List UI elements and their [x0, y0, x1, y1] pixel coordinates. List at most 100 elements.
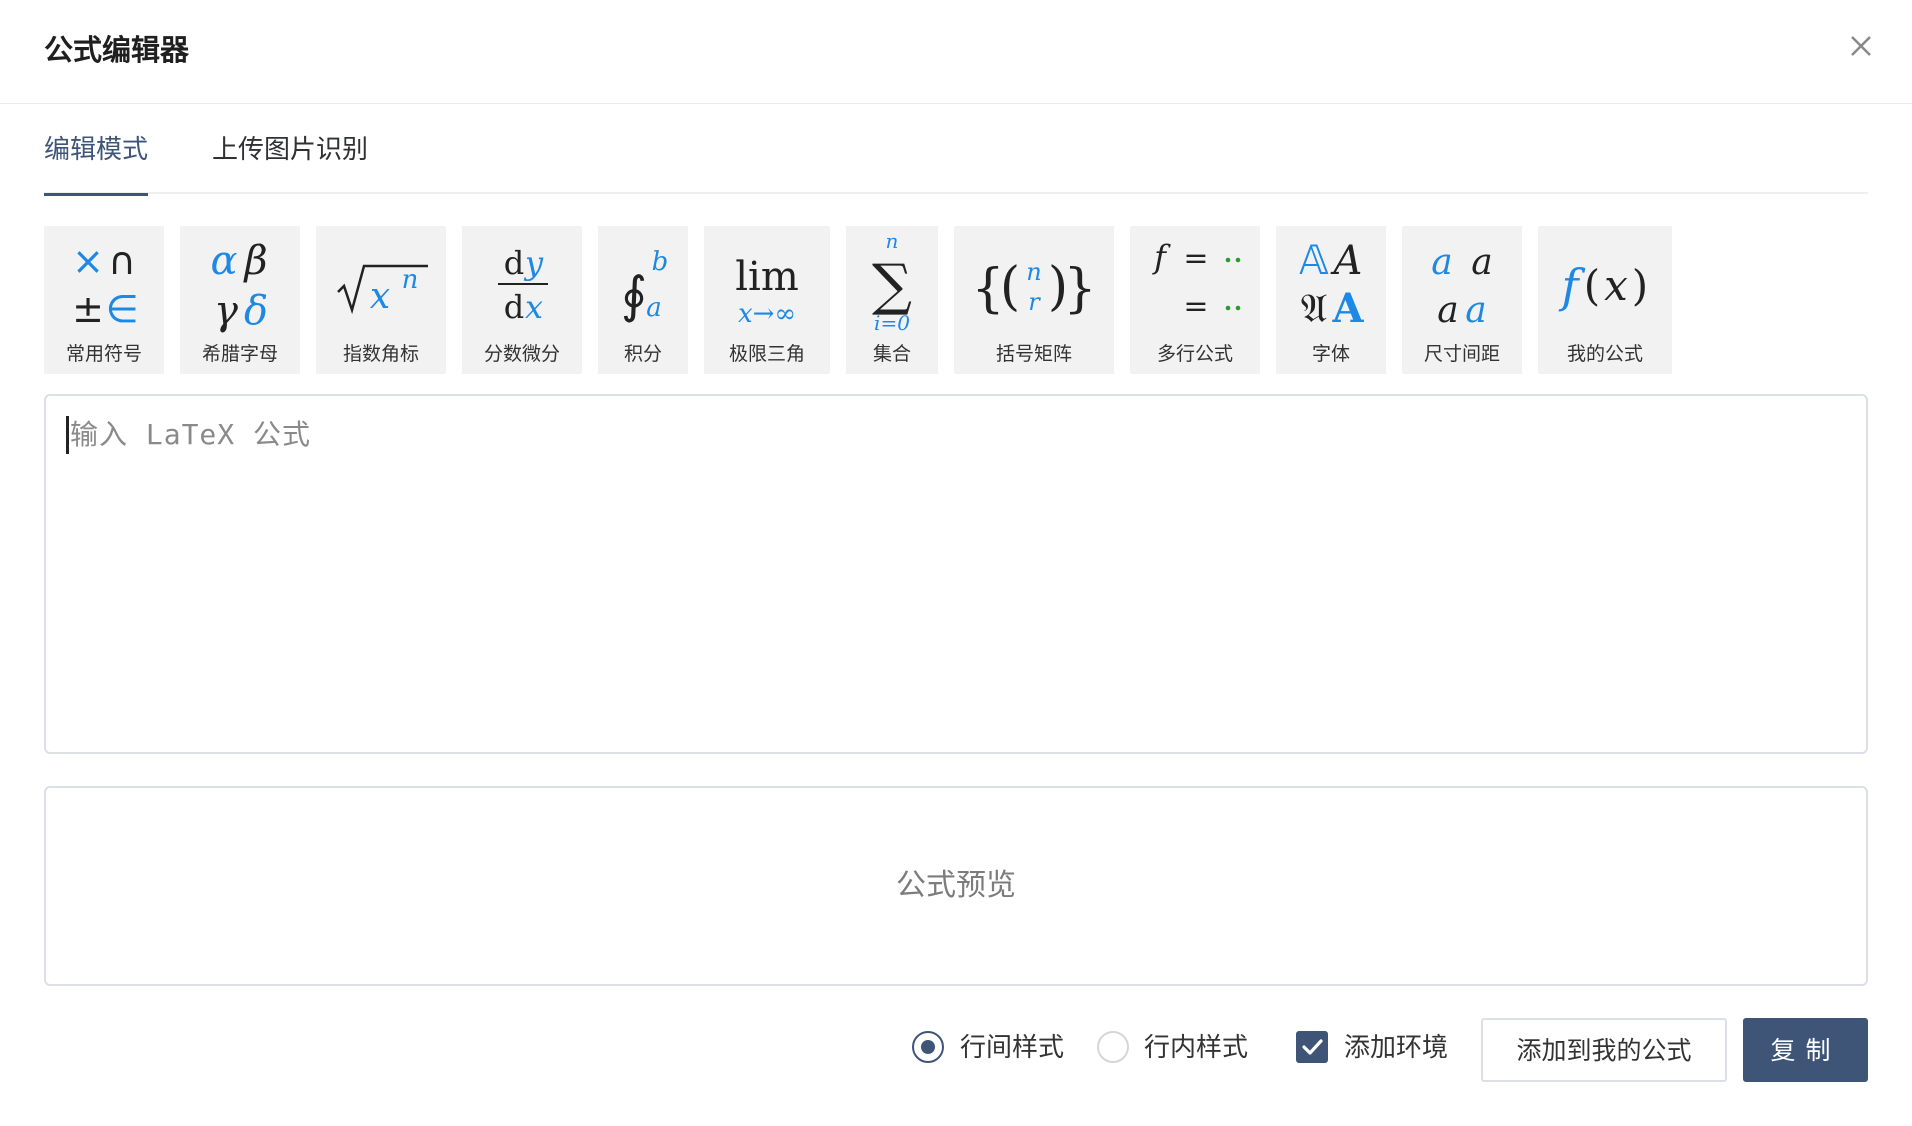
exponent-glyph: n: [402, 265, 419, 295]
integral-icon: ∮ b a: [598, 230, 688, 336]
svg-text:=: =: [1183, 241, 1208, 276]
copy-button[interactable]: 复制: [1743, 1018, 1868, 1082]
frac-bottom-var: x: [525, 288, 543, 326]
binom-bottom: r: [1028, 288, 1041, 316]
tab-edit-mode[interactable]: 编辑模式: [44, 104, 148, 196]
frac-top-var: y: [523, 244, 544, 282]
myfx-f: f: [1558, 259, 1585, 313]
sum-bottom: i=0: [874, 311, 910, 335]
lim-subscript: x→∞: [738, 299, 796, 329]
toolbar-item-integral[interactable]: ∮ b a 积分: [598, 226, 688, 374]
svg-text:): ): [1632, 261, 1648, 310]
toolbar-item-label: 多行公式: [1156, 343, 1233, 365]
intersection-glyph: ∩: [108, 239, 136, 283]
svg-text:a: a: [1437, 290, 1458, 331]
toolbar-item-bracket-matrix[interactable]: { ( n r ) } 括号矩阵: [954, 226, 1114, 374]
formula-preview-placeholder: 公式预览: [896, 868, 1016, 903]
multiline-formula-icon: f = =: [1130, 230, 1260, 336]
add-to-my-formulas-button[interactable]: 添加到我的公式: [1481, 1018, 1727, 1082]
myfx-x: x: [1604, 261, 1628, 310]
frac-bottom-d: d: [504, 288, 524, 326]
toolbar-item-common-symbols[interactable]: × ∩ ± ∈ 常用符号: [44, 226, 164, 374]
dialog-header: 公式编辑器: [0, 0, 1912, 104]
toolbar-item-sum-set[interactable]: n ∑ i=0 集合: [846, 226, 938, 374]
times-glyph: ×: [72, 239, 104, 283]
latex-input[interactable]: 输入 LaTeX 公式: [44, 394, 1868, 754]
plus-minus-glyph: ±: [72, 287, 104, 331]
base-glyph: x: [370, 276, 390, 317]
toolbar-item-fraction[interactable]: d y d x 分数微分: [462, 226, 582, 374]
integral-lower: a: [646, 293, 662, 323]
svg-text:∮: ∮: [621, 266, 647, 324]
exponent-subscript-icon: x n: [316, 230, 446, 336]
mode-tabs: 编辑模式 上传图片识别: [44, 104, 1868, 196]
toolbar-item-limit[interactable]: lim x→∞ 极限三角: [704, 226, 830, 374]
toolbar-item-label: 集合: [872, 343, 911, 365]
symbol-toolbar: × ∩ ± ∈ 常用符号 α β γ δ 希腊字母 x n 指数角标 d y d…: [44, 226, 1868, 374]
element-of-glyph: ∈: [105, 287, 138, 331]
display-style-label: 行间样式: [960, 1033, 1065, 1063]
font-doublestruck-a: 𝔸: [1299, 238, 1329, 284]
bracket-matrix-icon: { ( n r ) }: [954, 230, 1114, 336]
toolbar-item-exponent[interactable]: x n 指数角标: [316, 226, 446, 374]
fraction-derivative-icon: d y d x: [462, 230, 582, 336]
display-style-radio[interactable]: [912, 1031, 944, 1063]
greek-letters-icon: α β γ δ: [180, 230, 300, 336]
alpha-glyph: α: [210, 238, 237, 284]
toolbar-item-my-formula[interactable]: f ( x ) 我的公式: [1538, 226, 1672, 374]
add-environment-checkbox[interactable]: [1296, 1031, 1328, 1063]
font-fraktur-a: 𝔄: [1301, 286, 1328, 332]
beta-glyph: β: [242, 238, 267, 284]
sum-set-icon: n ∑ i=0: [846, 230, 938, 336]
toolbar-item-label: 字体: [1311, 343, 1350, 365]
frac-top-d: d: [504, 244, 524, 282]
toolbar-item-label: 指数角标: [342, 343, 419, 365]
font-icon: 𝔸 A 𝔄 A: [1276, 230, 1386, 336]
sum-top: n: [886, 230, 899, 253]
gamma-glyph: γ: [214, 288, 238, 334]
toolbar-item-label: 我的公式: [1566, 343, 1643, 365]
toolbar-item-greek-letters[interactable]: α β γ δ 希腊字母: [180, 226, 300, 374]
toolbar-item-label: 常用符号: [65, 343, 142, 365]
toolbar-item-label: 分数微分: [483, 343, 560, 365]
toolbar-item-font[interactable]: 𝔸 A 𝔄 A 字体: [1276, 226, 1386, 374]
svg-text:a: a: [1465, 290, 1486, 331]
formula-editor-dialog: 公式编辑器 编辑模式 上传图片识别 × ∩ ± ∈ 常用符号 α β γ δ 希…: [0, 0, 1912, 1126]
binom-top: n: [1026, 258, 1041, 286]
toolbar-item-multiline[interactable]: f = = 多行公式: [1130, 226, 1260, 374]
svg-text:=: =: [1183, 289, 1208, 324]
font-bold-a: A: [1331, 285, 1364, 332]
multiline-f: f: [1152, 238, 1171, 276]
inline-style-radio[interactable]: [1097, 1031, 1129, 1063]
toolbar-item-label: 极限三角: [728, 343, 805, 365]
lim-word: lim: [735, 254, 799, 300]
common-symbols-icon: × ∩ ± ∈: [44, 230, 164, 336]
delta-glyph: δ: [244, 288, 268, 334]
close-icon[interactable]: [1843, 28, 1879, 64]
toolbar-item-size-spacing[interactable]: a a a a 尺寸间距: [1402, 226, 1522, 374]
toolbar-item-label: 尺寸间距: [1423, 343, 1500, 365]
tab-image-recognition[interactable]: 上传图片识别: [212, 104, 382, 194]
add-environment-label: 添加环境: [1344, 1033, 1449, 1063]
svg-text:(: (: [1000, 257, 1020, 317]
svg-text:∑: ∑: [872, 253, 912, 318]
svg-text:}: }: [1063, 259, 1096, 319]
my-formula-icon: f ( x ): [1538, 230, 1672, 336]
latex-input-placeholder: 输入 LaTeX 公式: [70, 418, 312, 451]
check-icon: [1302, 1039, 1323, 1055]
toolbar-item-label: 括号矩阵: [995, 343, 1072, 365]
toolbar-item-label: 希腊字母: [201, 343, 278, 365]
formula-preview: 公式预览: [44, 786, 1868, 986]
svg-text:(: (: [1584, 261, 1600, 310]
text-caret: [66, 416, 69, 454]
size-spacing-icon: a a a a: [1402, 230, 1522, 336]
dialog-title: 公式编辑器: [44, 33, 190, 67]
inline-style-label: 行内样式: [1144, 1033, 1249, 1063]
font-italic-a: A: [1330, 238, 1363, 284]
limit-trig-icon: lim x→∞: [704, 230, 830, 336]
toolbar-item-label: 积分: [623, 343, 662, 365]
dialog-footer: 行间样式 行内样式 添加环境 添加到我的公式 复制: [0, 1018, 1912, 1082]
integral-upper: b: [652, 247, 669, 277]
svg-text:a: a: [1431, 242, 1452, 283]
svg-text:a: a: [1471, 242, 1492, 283]
